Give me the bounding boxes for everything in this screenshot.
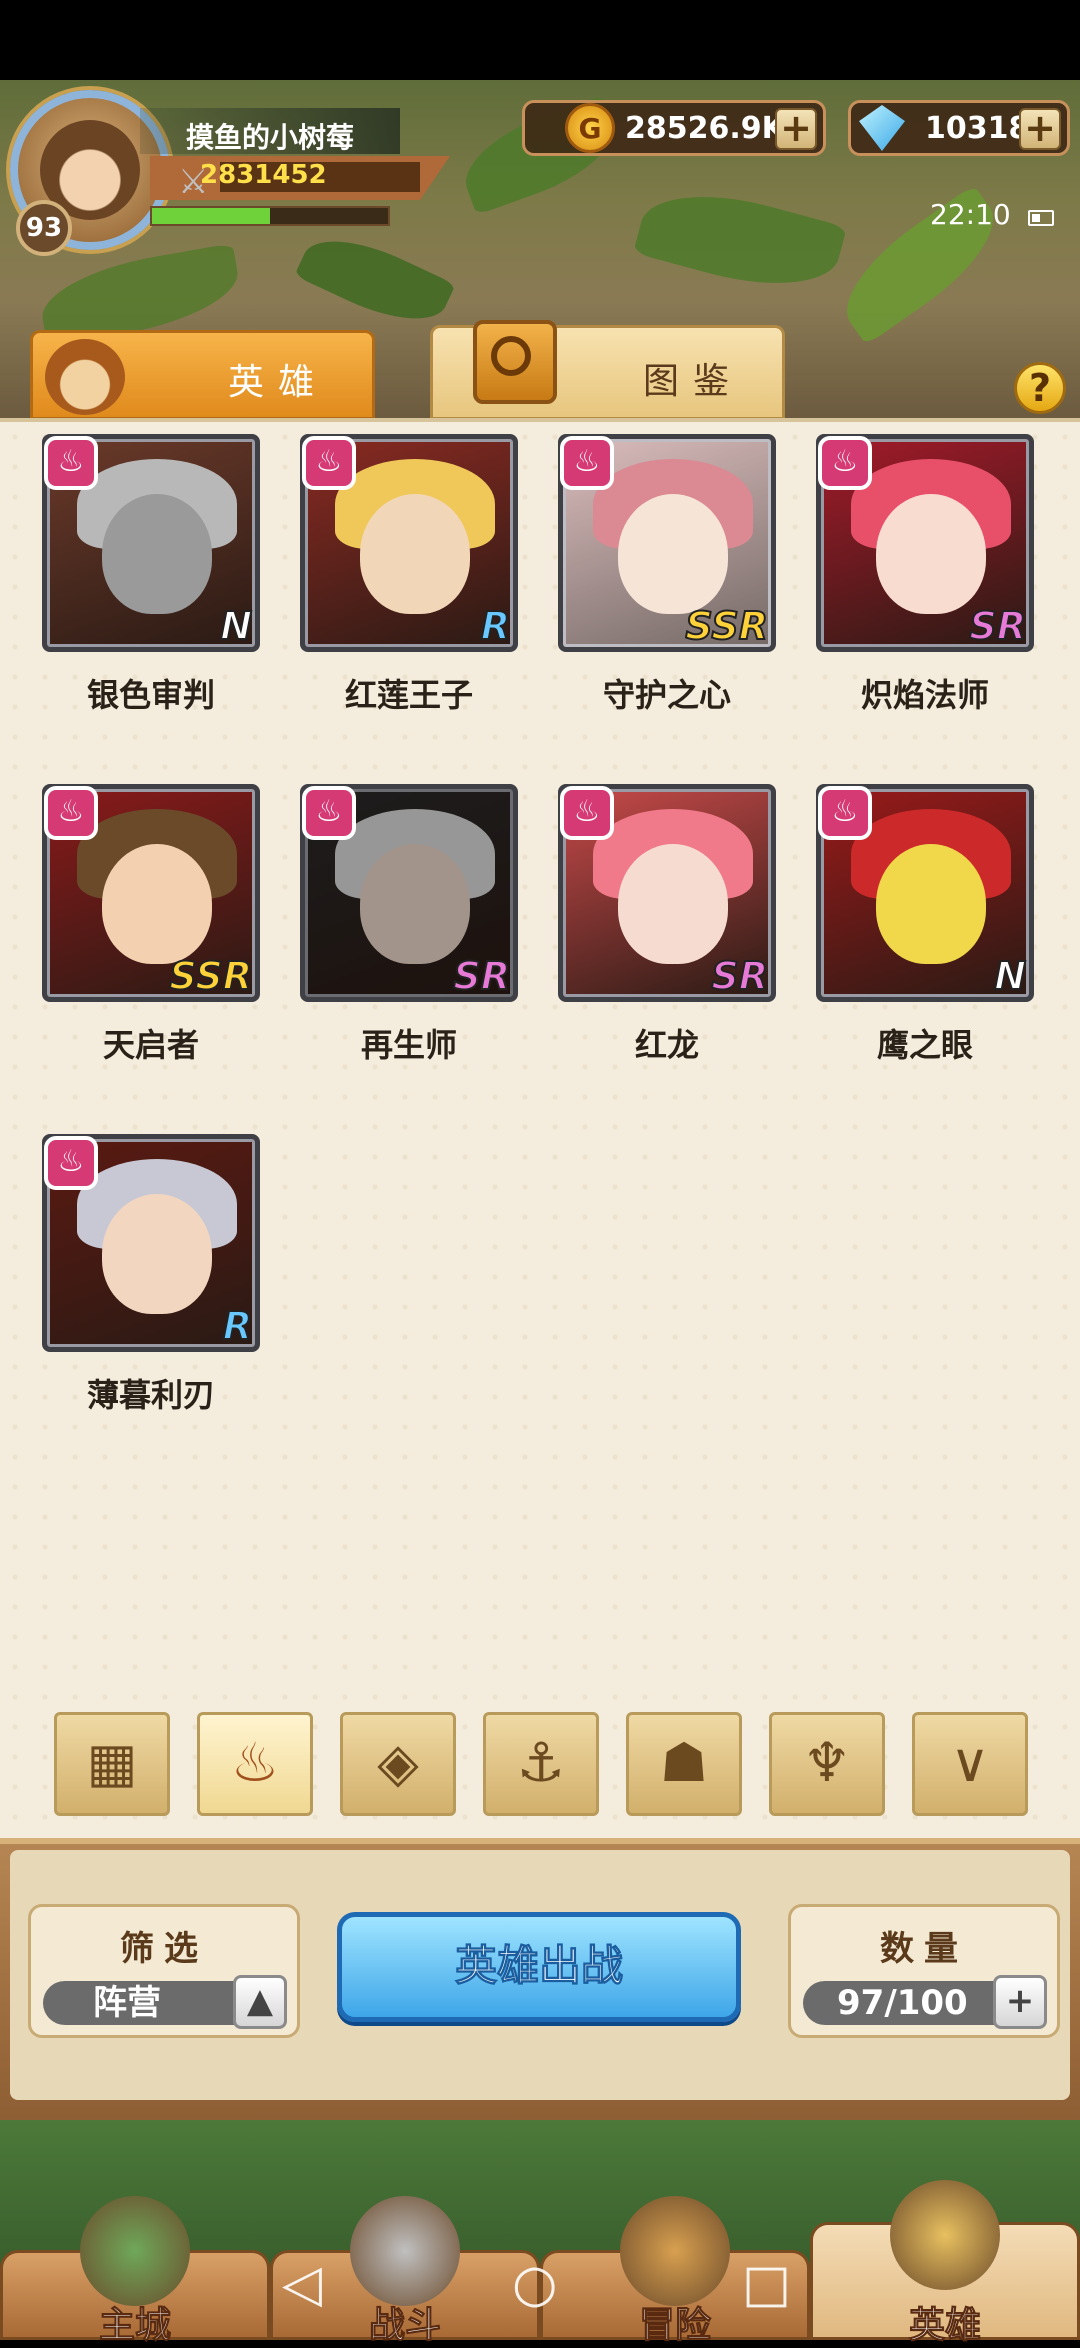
tab-heroes-label: 英雄 <box>228 362 329 403</box>
faction-flame-icon: ♨ <box>44 786 98 840</box>
diamond-icon: ◈ <box>377 1731 419 1794</box>
hero-helmet-icon <box>890 2180 1000 2290</box>
faction-filter-anchor-icon[interactable]: ⚓ <box>483 1712 599 1816</box>
experience-bar <box>150 206 390 226</box>
hero-name: 守护之心 <box>602 676 731 714</box>
clock: 22:10 <box>930 198 1011 231</box>
faction-filter-grid-icon[interactable]: ▦ <box>54 1712 170 1816</box>
rarity-tag: SSR <box>168 953 253 999</box>
faction-flame-icon: ♨ <box>560 436 614 490</box>
rarity-tag: SR <box>710 953 769 999</box>
hero-card[interactable]: ♨ SR <box>816 434 1034 652</box>
tab-collection-label: 图鉴 <box>643 361 744 402</box>
beast-icon: ☗ <box>659 1731 709 1794</box>
rarity-tag: R <box>480 603 511 649</box>
faction-flame-icon: ♨ <box>44 1136 98 1190</box>
hero-count-box: 数量 97/100 + <box>788 1904 1060 2038</box>
hero-card[interactable]: ♨ R <box>42 1134 260 1352</box>
diamond-gem-icon <box>859 105 905 151</box>
crossed-swords-icon <box>350 2196 460 2306</box>
gem-counter: 10318 + <box>848 100 1070 156</box>
magnifier-icon <box>473 320 557 404</box>
system-back-icon[interactable]: ◁ <box>282 2254 322 2314</box>
hero-card[interactable]: ♨ SSR <box>558 434 776 652</box>
hero-name: 天启者 <box>102 1026 199 1064</box>
battery-icon <box>1028 210 1054 226</box>
add-gems-button[interactable]: + <box>1019 108 1061 150</box>
filter-toggle-button[interactable]: ▲ <box>233 1975 287 2029</box>
faction-flame-icon: ♨ <box>560 786 614 840</box>
combat-power-value: 2831452 <box>200 160 327 190</box>
faction-flame-icon: ♨ <box>302 786 356 840</box>
knight-helmet-icon <box>45 339 125 415</box>
anchor-icon: ⚓ <box>516 1731 566 1794</box>
hero-name: 银色审判 <box>86 676 215 714</box>
count-title: 数量 <box>880 1929 968 1969</box>
flame-icon: ♨ <box>230 1731 280 1794</box>
rarity-tag: SSR <box>684 603 769 649</box>
castle-icon <box>80 2196 190 2306</box>
tab-collection[interactable]: 图鉴 <box>430 320 785 420</box>
hero-card[interactable]: ♨ SSR <box>42 784 260 1002</box>
grid-icon: ▦ <box>86 1731 138 1794</box>
player-level-badge: 93 <box>16 200 72 256</box>
system-home-icon[interactable]: ○ <box>512 2254 557 2314</box>
hero-name: 红龙 <box>634 1026 699 1064</box>
gold-counter: G 28526.9K + <box>522 100 826 156</box>
status-bar <box>0 0 1080 80</box>
faction-filter-diamond-icon[interactable]: ◈ <box>340 1712 456 1816</box>
wings-icon: ∨ <box>950 1731 990 1794</box>
faction-filter-beast-icon[interactable]: ☗ <box>626 1712 742 1816</box>
help-button[interactable]: ? <box>1014 362 1066 414</box>
faction-filter-flame-icon[interactable]: ♨ <box>197 1712 313 1816</box>
hero-card[interactable]: ♨ N <box>42 434 260 652</box>
player-name: 摸鱼的小树莓 <box>140 108 400 154</box>
experience-fill <box>152 208 270 224</box>
hero-name: 炽焰法师 <box>860 676 989 714</box>
rarity-tag: R <box>222 1303 253 1349</box>
deploy-heroes-button[interactable]: 英雄出战 <box>337 1912 741 2022</box>
rarity-tag: N <box>219 603 253 649</box>
nav-label: 英雄 <box>908 2305 981 2347</box>
expand-capacity-button[interactable]: + <box>993 1975 1047 2029</box>
faction-filter-demon-icon[interactable]: ♆ <box>769 1712 885 1816</box>
rarity-tag: SR <box>452 953 511 999</box>
faction-flame-icon: ♨ <box>302 436 356 490</box>
gold-amount: 28526.9K <box>625 110 785 146</box>
filter-title: 筛选 <box>120 1929 208 1969</box>
demon-icon: ♆ <box>802 1731 852 1794</box>
rarity-tag: SR <box>968 603 1027 649</box>
hero-card[interactable]: ♨ SR <box>558 784 776 1002</box>
gem-amount: 10318 <box>925 110 1030 146</box>
rarity-tag: N <box>993 953 1027 999</box>
faction-flame-icon: ♨ <box>44 436 98 490</box>
hero-name: 再生师 <box>360 1026 457 1064</box>
hero-card[interactable]: ♨ SR <box>300 784 518 1002</box>
nav-label: 主城 <box>98 2305 171 2347</box>
faction-flame-icon: ♨ <box>818 436 872 490</box>
hero-name: 鹰之眼 <box>876 1026 973 1064</box>
hero-card[interactable]: ♨ R <box>300 434 518 652</box>
tab-heroes[interactable]: 英雄 <box>30 330 375 420</box>
hero-name: 红莲王子 <box>344 676 473 714</box>
hero-name: 薄暮利刃 <box>86 1376 215 1414</box>
hero-card[interactable]: ♨ N <box>816 784 1034 1002</box>
filter-box: 筛选 阵营 ▲ <box>28 1904 300 2038</box>
adventure-icon <box>620 2196 730 2306</box>
system-recents-icon[interactable]: □ <box>742 2254 791 2314</box>
faction-filter-wings-icon[interactable]: ∨ <box>912 1712 1028 1816</box>
faction-flame-icon: ♨ <box>818 786 872 840</box>
add-gold-button[interactable]: + <box>775 108 817 150</box>
gold-coin-icon: G <box>565 103 615 153</box>
